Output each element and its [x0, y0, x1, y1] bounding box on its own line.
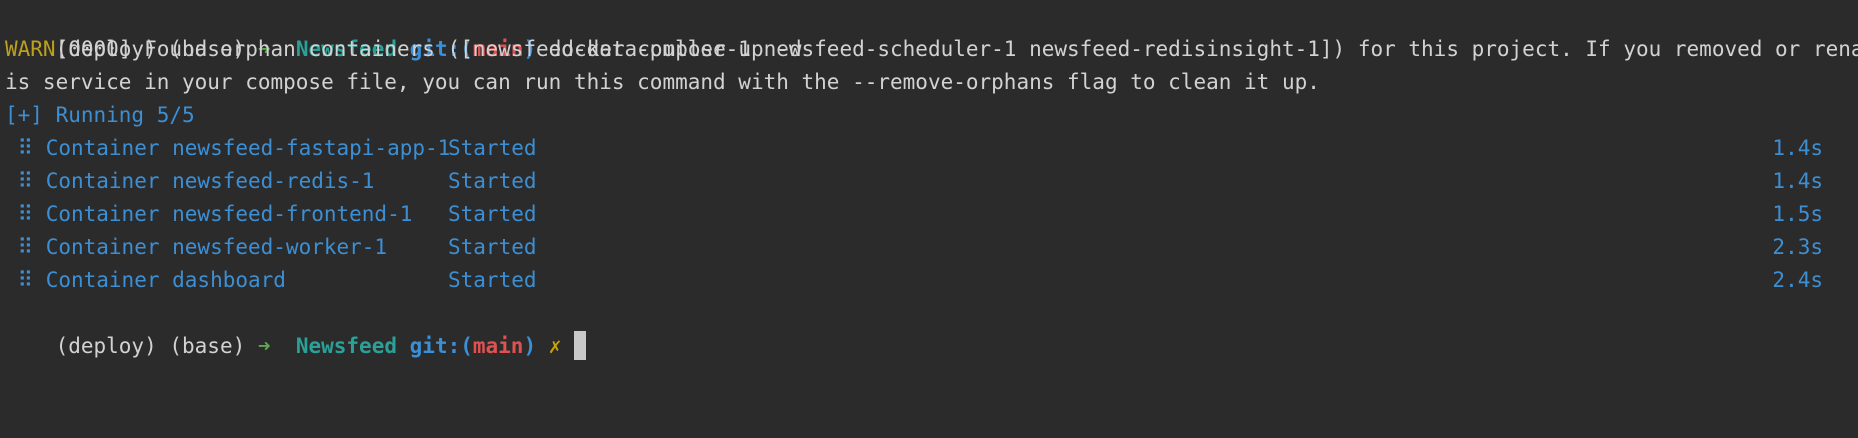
active-prompt-line[interactable]: (deploy) (base) ➜ Newsfeed git:(main) ✗	[5, 297, 1853, 360]
terminal-cursor[interactable]	[574, 330, 587, 360]
container-status: Started	[448, 235, 537, 259]
braille-spinner-icon: ⠿	[17, 268, 34, 292]
container-row: ⠿ Container dashboard Started 2.4s	[5, 264, 1853, 297]
prompt-arrow-icon: ➜	[257, 334, 271, 358]
container-name: Container newsfeed-redis-1	[45, 169, 375, 193]
warning-text-2: is service in your compose file, you can…	[5, 70, 1320, 94]
braille-spinner-icon: ⠿	[17, 136, 34, 160]
running-text: [+] Running 5/5	[5, 103, 195, 127]
container-name: Container newsfeed-frontend-1	[45, 202, 413, 226]
container-time: 1.4s	[1772, 169, 1823, 193]
container-row: ⠿ Container newsfeed-frontend-1 Started 1.…	[5, 198, 1853, 231]
container-name: Container newsfeed-fastapi-app-1	[45, 136, 451, 160]
warn-tag: WARN	[5, 37, 56, 61]
terminal-window[interactable]: (deploy) (base) ➜ Newsfeed git:(main) do…	[0, 0, 1858, 438]
container-row: ⠿ Container newsfeed-fastapi-app-1 Starte…	[5, 132, 1853, 165]
braille-spinner-icon: ⠿	[17, 235, 34, 259]
container-time: 1.5s	[1772, 202, 1823, 226]
prompt-git-close: )	[523, 334, 537, 358]
braille-spinner-icon: ⠿	[17, 169, 34, 193]
warning-line-1: WARN[0000] Found orphan containers ([new…	[5, 33, 1858, 66]
container-status: Started	[448, 136, 537, 160]
container-status: Started	[448, 202, 537, 226]
command-line: (deploy) (base) ➜ Newsfeed git:(main) do…	[5, 0, 1853, 61]
container-status: Started	[448, 268, 537, 292]
prompt-directory: Newsfeed	[295, 334, 397, 358]
container-status: Started	[448, 169, 537, 193]
container-name: Container newsfeed-worker-1	[45, 235, 388, 259]
running-status-line: [+] Running 5/5	[5, 99, 1853, 132]
container-time: 2.3s	[1772, 235, 1823, 259]
prompt-env: (deploy) (base)	[55, 334, 246, 358]
prompt-git-label: git:(	[409, 334, 473, 358]
warning-text-1: [0000] Found orphan containers ([newsfee…	[55, 37, 1858, 61]
container-time: 2.4s	[1772, 268, 1823, 292]
container-row: ⠿ Container newsfeed-redis-1 Started 1.4s	[5, 165, 1853, 198]
container-name: Container dashboard	[45, 268, 286, 292]
warning-line-2: is service in your compose file, you can…	[5, 66, 1853, 99]
container-time: 1.4s	[1772, 136, 1823, 160]
container-row: ⠿ Container newsfeed-worker-1 Started 2.3s	[5, 231, 1853, 264]
dirty-mark-icon: ✗	[548, 334, 562, 358]
braille-spinner-icon: ⠿	[17, 202, 34, 226]
prompt-branch: main	[472, 334, 524, 358]
